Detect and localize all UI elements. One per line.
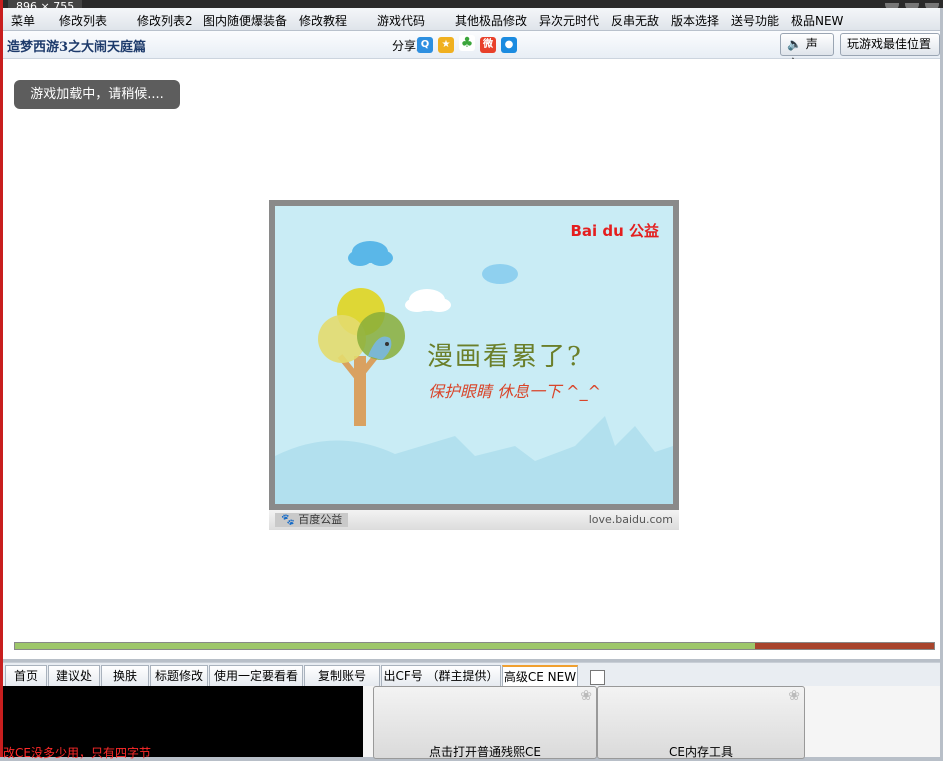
menu-item[interactable]: 修改列表2 xyxy=(137,12,193,29)
paw-icon: 🐾 xyxy=(281,513,295,526)
speaker-icon: 🔈 xyxy=(787,37,802,51)
warning-message: 改CE没多少用，只有四字节 xyxy=(3,746,151,760)
tab-must-read[interactable]: 使用一定要看看 xyxy=(209,665,303,686)
game-title: 造梦西游3之大闹天庭篇 xyxy=(7,40,147,55)
game-area[interactable]: 游戏加载中，请稍候.... Bai du 公益 漫画看累了? 保护眼睛 休息一下… xyxy=(3,59,940,659)
tab-checkbox[interactable] xyxy=(590,670,605,685)
tab-title-edit[interactable]: 标题修改 xyxy=(150,665,208,686)
ad-footer: 🐾 百度公益 love.baidu.com xyxy=(269,510,679,530)
ad-banner[interactable]: Bai du 公益 漫画看累了? 保护眼睛 休息一下 ^_^ 🐾 百度公益 lo… xyxy=(269,200,679,530)
ce-memory-tool-button[interactable]: ❀ CE内存工具 xyxy=(597,686,805,759)
qq-weibo-icon[interactable]: ★ xyxy=(438,37,454,53)
tab-copy-account[interactable]: 复制账号NEW xyxy=(304,665,380,703)
menu-item[interactable]: 游戏代码 xyxy=(377,12,425,29)
menu-item[interactable]: 图内随便爆装备 xyxy=(203,12,287,29)
tab-skin[interactable]: 换肤 xyxy=(101,665,149,686)
sina-weibo-icon[interactable]: 微 xyxy=(480,37,496,53)
window-controls xyxy=(879,0,939,11)
loading-progress-bar xyxy=(14,642,935,650)
open-ce-label: 点击打开普通残熙CE xyxy=(429,745,541,759)
ad-frame: Bai du 公益 漫画看累了? 保护眼睛 休息一下 ^_^ xyxy=(269,200,679,510)
menu-bar: 菜单 修改列表 修改列表2 图内随便爆装备 修改教程 游戏代码 其他极品修改 异… xyxy=(3,8,940,31)
ad-footer-brand: 🐾 百度公益 xyxy=(275,513,349,527)
tab-home[interactable]: 首页 xyxy=(5,665,47,686)
menu-item[interactable]: 菜单 xyxy=(11,12,35,29)
menu-item[interactable]: 其他极品修改 xyxy=(455,12,527,29)
best-position-button[interactable]: 玩游戏最佳位置 xyxy=(840,33,940,56)
ce-memory-tool-label: CE内存工具 xyxy=(669,745,733,759)
decor-swirl-icon: ❀ xyxy=(788,688,800,704)
menu-item[interactable]: 反串无敌 xyxy=(611,12,659,29)
decor-swirl-icon: ❀ xyxy=(580,688,592,704)
qzone-icon[interactable]: Q xyxy=(417,37,433,53)
tab-advanced-ce[interactable]: 高级CE NEW xyxy=(502,665,578,688)
loading-toast: 游戏加载中，请稍候.... xyxy=(14,80,180,109)
window-top-strip xyxy=(0,0,943,8)
clover-icon[interactable]: ♣ xyxy=(459,35,475,51)
menu-item[interactable]: 极品NEW xyxy=(791,12,843,29)
menu-item[interactable]: 版本选择 xyxy=(671,12,719,29)
title-bar: 造梦西游3之大闹天庭篇 分享到： Q★♣微● 🔈 声音 玩游戏最佳位置 xyxy=(3,31,940,71)
qq-icon[interactable]: ● xyxy=(501,37,517,53)
menu-item[interactable]: 修改教程 xyxy=(299,12,347,29)
menu-item[interactable]: 修改列表 xyxy=(59,12,107,29)
share-icons: Q ★ ♣ 微 ● xyxy=(417,35,522,53)
tab-bar: 首页 建议处 换肤 标题修改 使用一定要看看 复制账号NEW 出CF号 （群主提… xyxy=(3,662,940,703)
ad-footer-url[interactable]: love.baidu.com xyxy=(589,513,673,526)
menu-item[interactable]: 送号功能 xyxy=(731,12,779,29)
ad-headline: 漫画看累了? xyxy=(427,342,583,372)
console-panel: 改CE没多少用，只有四字节 xyxy=(3,686,363,760)
open-ce-button[interactable]: ❀ 点击打开普通残熙CE xyxy=(373,686,597,759)
ad-subline: 保护眼睛 休息一下 ^_^ xyxy=(428,382,601,401)
baidu-logo: Bai du 公益 xyxy=(570,222,659,240)
bottom-panel: 改CE没多少用，只有四字节 ❀ 点击打开普通残熙CE ❀ CE内存工具 xyxy=(3,686,940,760)
menu-item[interactable]: 异次元时代 xyxy=(539,12,599,29)
ad-footer-brand-label: 百度公益 xyxy=(298,513,343,526)
progress-fill xyxy=(15,643,755,649)
tab-suggestions[interactable]: 建议处 xyxy=(48,665,100,686)
sound-button[interactable]: 🔈 声音 xyxy=(780,33,834,71)
tab-cf-account[interactable]: 出CF号 （群主提供） xyxy=(381,665,501,686)
ad-image: Bai du 公益 漫画看累了? 保护眼睛 休息一下 ^_^ xyxy=(275,206,673,504)
